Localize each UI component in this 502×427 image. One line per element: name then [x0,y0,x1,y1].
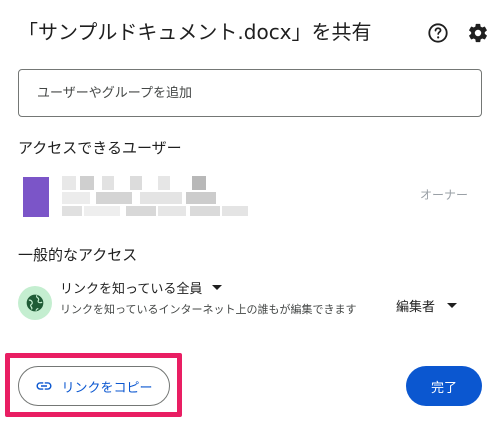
general-access-type-label: リンクを知っている全員 [60,282,203,297]
general-access-title: 一般的なアクセス [18,246,138,264]
add-people-input[interactable] [18,69,482,117]
owner-role-label: オーナー [419,188,468,202]
copy-link-label: リンクをコピー [61,380,153,396]
redacted-user-info [158,176,170,190]
dialog-title: 「サンプルドキュメント.docx」を共有 [18,20,372,44]
redacted-user-info [186,192,216,204]
general-access-row: リンクを知っている全員 リンクを知っているインターネット上の誰もが編集できます … [18,276,482,340]
globe-icon [18,286,52,320]
role-dropdown[interactable]: 編集者 [396,296,458,315]
redacted-user-info [222,206,248,216]
redacted-user-info [192,176,206,190]
general-access-description: リンクを知っているインターネット上の誰もが編集できます [60,303,357,316]
chevron-down-icon [212,285,223,290]
copy-link-button[interactable]: リンクをコピー [18,366,170,406]
general-access-dropdown[interactable]: リンクを知っている全員 [60,278,223,297]
redacted-user-info [190,206,220,216]
redacted-user-info [140,192,182,204]
gear-icon[interactable] [467,22,489,44]
link-icon [35,377,53,395]
help-circle-icon[interactable] [427,22,449,44]
redacted-user-info [80,176,94,190]
redacted-user-info [126,206,156,216]
avatar [23,177,49,217]
chevron-down-icon [447,303,458,308]
redacted-user-info [62,206,82,216]
redacted-user-info [102,176,114,190]
role-label: 編集者 [396,300,436,315]
redacted-user-info [158,206,186,216]
redacted-user-info [96,192,132,204]
redacted-user-info [130,176,142,190]
done-button[interactable]: 完了 [406,366,482,406]
users-section-title: アクセスできるユーザー [18,139,182,157]
redacted-user-info [62,176,76,190]
redacted-user-info [62,192,90,204]
redacted-user-info [84,206,120,216]
owner-row: オーナー [18,170,482,224]
